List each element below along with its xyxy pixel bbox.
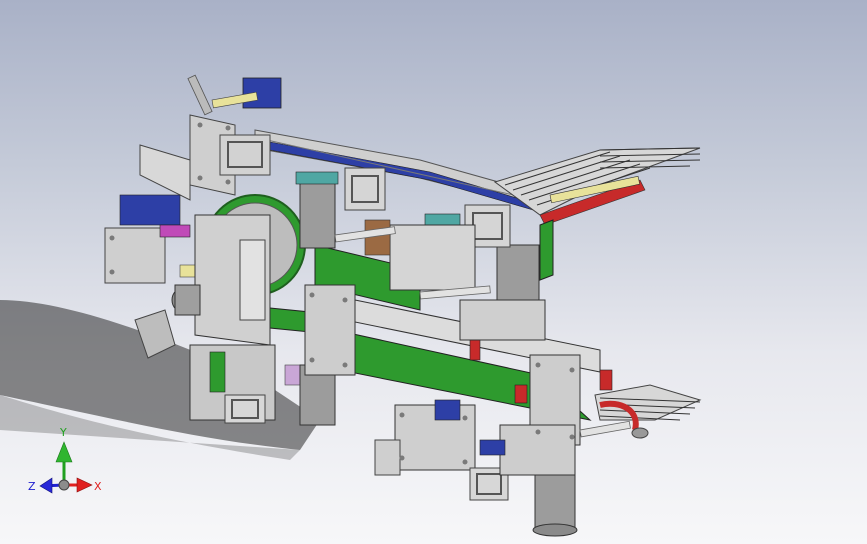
triad-y-axis (55, 441, 73, 485)
machine-assembly-model[interactable] (0, 0, 867, 544)
cad-viewport[interactable]: Y X Z (0, 0, 867, 544)
triad-z-label: Z (28, 480, 36, 493)
triad-x-label: X (94, 480, 102, 493)
upper-conveyor-grid (493, 147, 701, 226)
upper-conveyor-rail (254, 129, 546, 213)
coordinate-triad[interactable]: Y X Z (22, 420, 112, 500)
triad-y-label: Y (59, 426, 67, 439)
triad-origin (58, 479, 70, 491)
